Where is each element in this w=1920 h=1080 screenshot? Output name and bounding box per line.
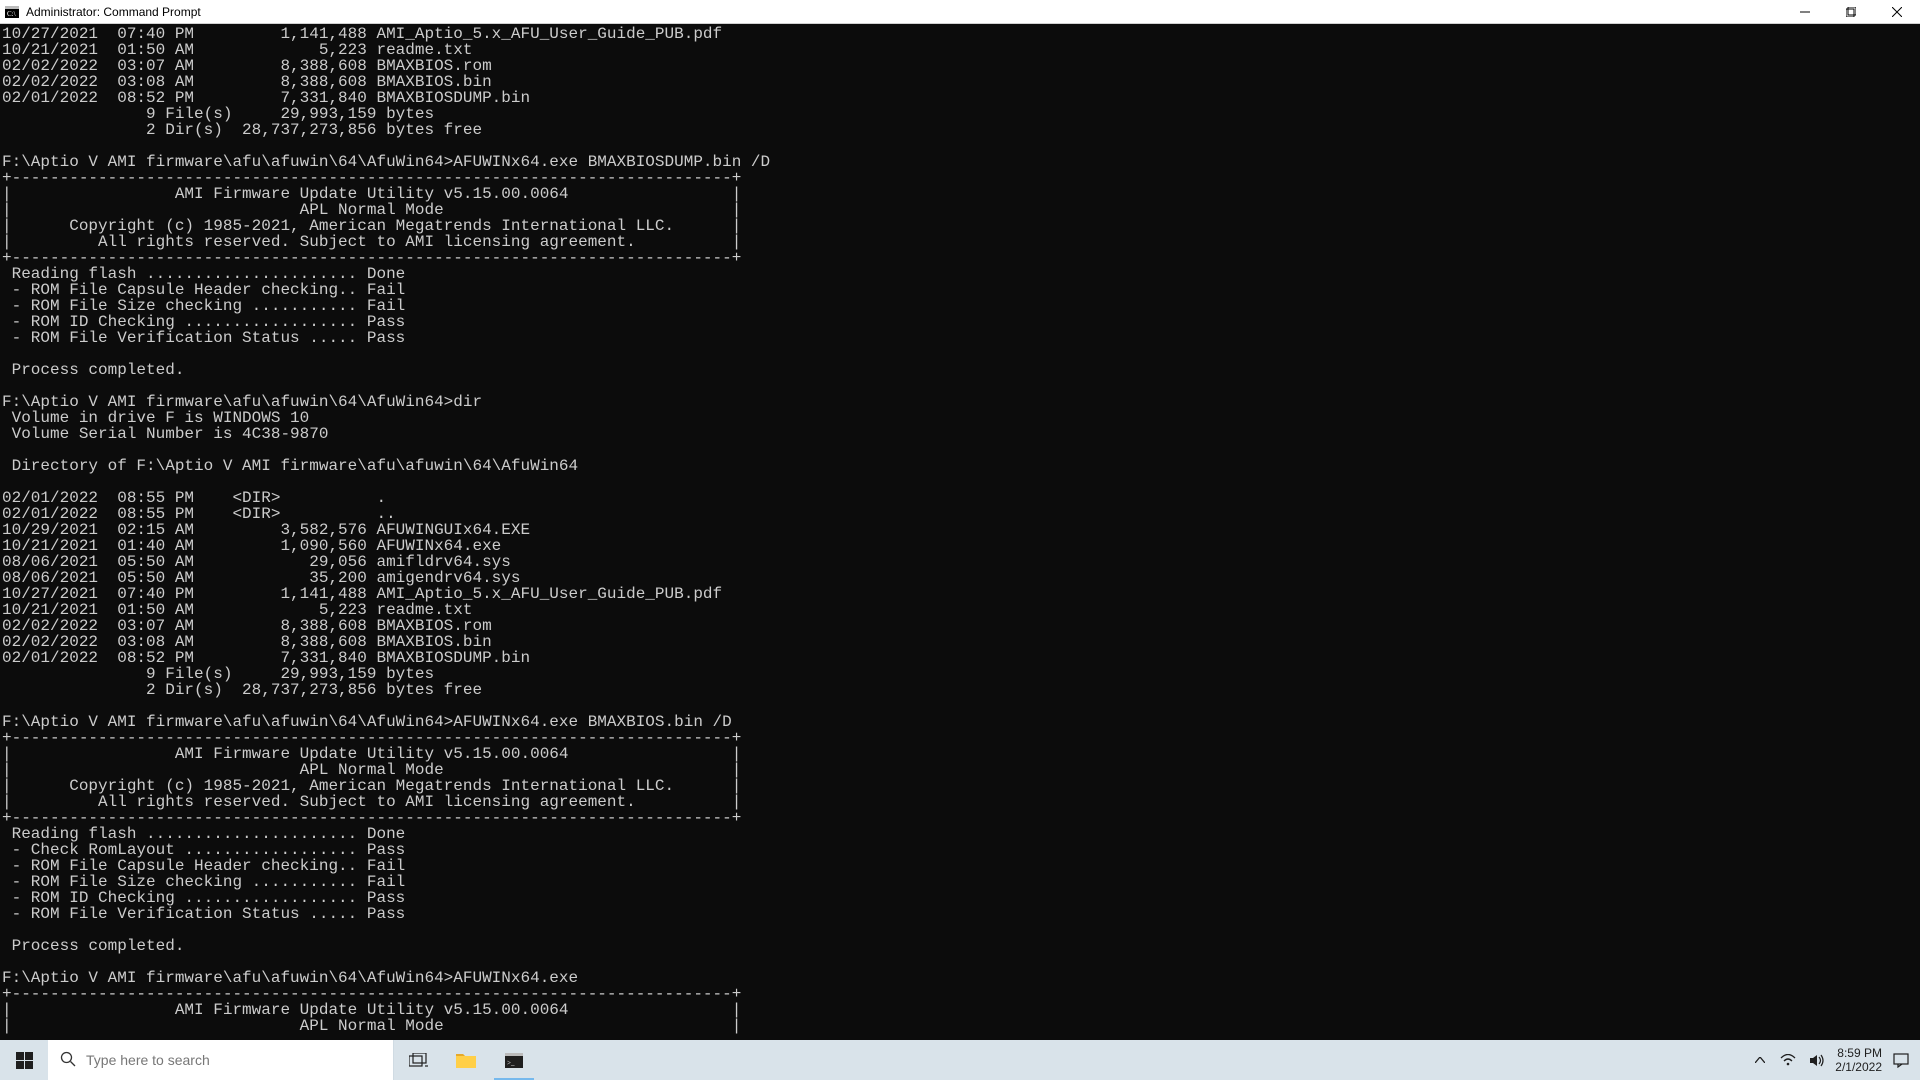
system-tray: 8:59 PM 2/1/2022 [1741,1040,1920,1080]
action-center-icon[interactable] [1892,1051,1910,1069]
tray-overflow-icon[interactable] [1751,1051,1769,1069]
wifi-icon[interactable] [1779,1051,1797,1069]
taskbar-clock[interactable]: 8:59 PM 2/1/2022 [1835,1046,1882,1074]
cmd-icon: C:\ [4,4,20,20]
svg-text:C:\: C:\ [7,10,16,18]
clock-date: 2/1/2022 [1835,1060,1882,1074]
svg-text:>_: >_ [507,1059,515,1067]
start-button[interactable] [0,1040,48,1080]
task-view-button[interactable] [394,1040,442,1080]
titlebar[interactable]: C:\ Administrator: Command Prompt [0,0,1920,24]
taskbar-command-prompt[interactable]: >_ [490,1040,538,1080]
window-title: Administrator: Command Prompt [26,5,201,19]
taskbar-file-explorer[interactable] [442,1040,490,1080]
minimize-button[interactable] [1782,0,1828,24]
taskbar: Type here to search >_ [0,1040,1920,1080]
command-prompt-window: C:\ Administrator: Command Prompt 10/27/… [0,0,1920,1048]
maximize-button[interactable] [1828,0,1874,24]
close-button[interactable] [1874,0,1920,24]
volume-icon[interactable] [1807,1051,1825,1069]
search-icon [60,1051,76,1070]
search-placeholder: Type here to search [86,1052,210,1068]
search-box[interactable]: Type here to search [48,1040,394,1080]
clock-time: 8:59 PM [1835,1046,1882,1060]
terminal-output[interactable]: 10/27/2021 07:40 PM 1,141,488 AMI_Aptio_… [0,24,1920,1048]
